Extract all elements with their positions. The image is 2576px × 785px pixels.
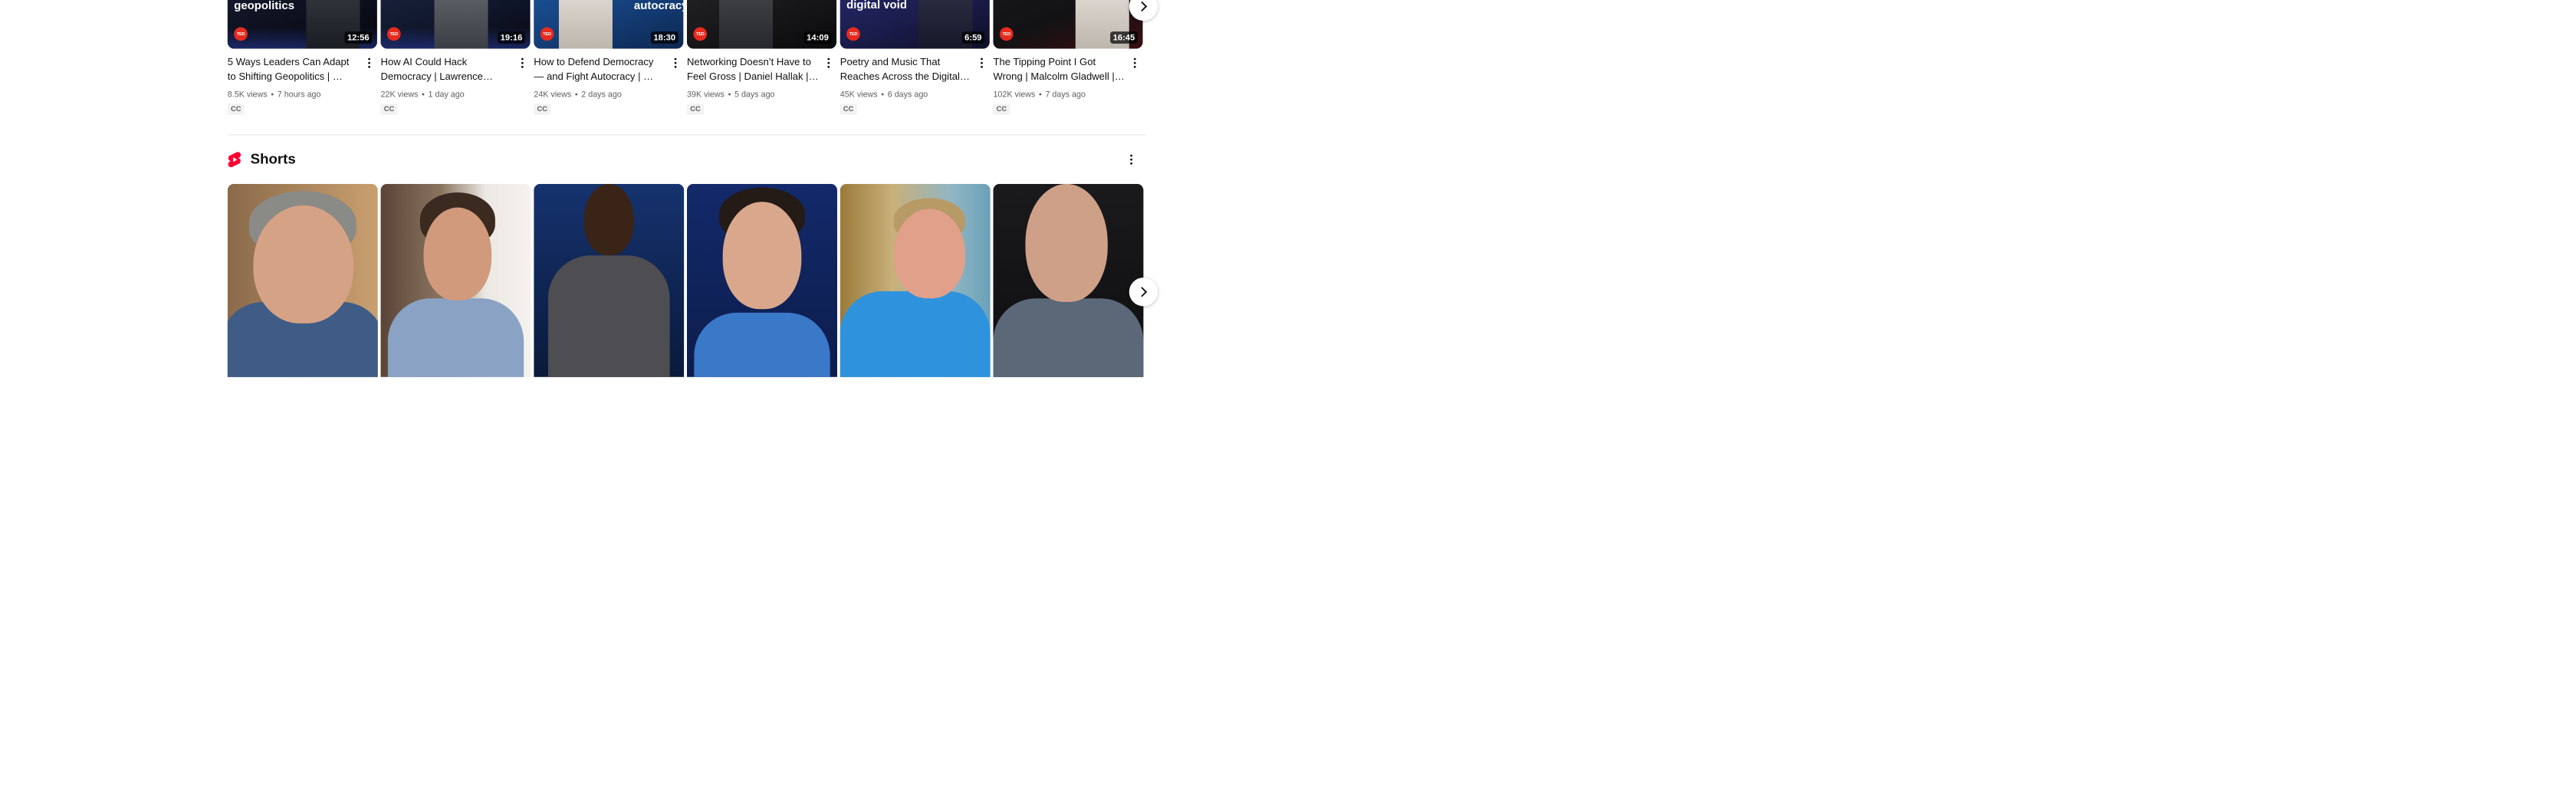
view-count: 102K views bbox=[993, 89, 1036, 99]
ted-logo-icon: TED bbox=[846, 27, 860, 41]
upload-age: 5 days ago bbox=[734, 89, 775, 99]
meta-separator: • bbox=[881, 89, 885, 99]
view-count: 45K views bbox=[840, 89, 878, 99]
upload-age: 6 days ago bbox=[887, 89, 928, 99]
cc-badge: CC bbox=[534, 103, 551, 115]
short-thumbnail-face bbox=[583, 183, 634, 256]
short-card[interactable] bbox=[840, 183, 991, 377]
duration-badge: 12:56 bbox=[344, 31, 373, 44]
video-shelf: geopolitics TED 12:56 5 Ways Leaders Can… bbox=[227, 0, 1145, 122]
more-vert-icon[interactable] bbox=[978, 56, 986, 71]
more-vert-icon[interactable] bbox=[824, 56, 833, 71]
video-thumbnail[interactable]: TED 16:45 bbox=[993, 0, 1143, 49]
short-thumbnail-face bbox=[253, 205, 354, 324]
shorts-next-button[interactable] bbox=[1129, 278, 1158, 307]
short-thumbnail-face bbox=[722, 202, 802, 310]
video-metadata: 8.5K views • 7 hours ago bbox=[228, 90, 321, 100]
ted-logo-icon: TED bbox=[999, 27, 1014, 41]
short-thumbnail-face bbox=[1025, 183, 1108, 302]
shorts-header: Shorts bbox=[228, 149, 1147, 169]
cc-badge: CC bbox=[687, 103, 704, 115]
short-thumbnail-body bbox=[694, 312, 830, 377]
short-thumbnail-body bbox=[547, 255, 670, 377]
thumbnail-caption: geopolitics bbox=[234, 0, 295, 12]
video-card[interactable]: TED 16:45 The Tipping Point I Got Wrong … bbox=[993, 0, 1143, 115]
short-thumbnail-body bbox=[387, 298, 524, 377]
short-card[interactable] bbox=[534, 183, 685, 377]
upload-age: 7 hours ago bbox=[277, 89, 321, 99]
meta-separator: • bbox=[728, 89, 731, 99]
video-card[interactable]: geopolitics TED 12:56 5 Ways Leaders Can… bbox=[227, 0, 377, 115]
short-thumbnail-body bbox=[993, 298, 1144, 377]
video-thumbnail[interactable]: across the digital void TED 6:59 bbox=[840, 0, 990, 49]
duration-badge: 19:16 bbox=[497, 31, 526, 44]
short-thumbnail-face bbox=[423, 207, 492, 301]
ted-logo-icon: TED bbox=[693, 27, 708, 41]
meta-separator: • bbox=[574, 89, 578, 99]
video-metadata: 45K views • 6 days ago bbox=[840, 90, 928, 100]
video-card[interactable]: across the digital void TED 6:59 Poetry … bbox=[840, 0, 990, 115]
thumbnail-speaker bbox=[434, 0, 488, 49]
ted-logo-icon: TED bbox=[234, 27, 248, 41]
short-card[interactable] bbox=[687, 183, 837, 377]
video-card[interactable]: autocracy TED 18:30 How to Defend Democr… bbox=[534, 0, 684, 115]
short-thumbnail-body bbox=[840, 291, 991, 377]
more-vert-icon[interactable] bbox=[1127, 152, 1135, 168]
view-count: 8.5K views bbox=[227, 89, 268, 99]
more-vert-icon[interactable] bbox=[518, 56, 527, 71]
video-thumbnail[interactable]: TED 14:09 bbox=[687, 0, 837, 49]
thumbnail-speaker bbox=[558, 0, 613, 49]
section-divider bbox=[227, 134, 1148, 136]
chevron-right-icon bbox=[1137, 287, 1148, 297]
video-metadata: 22K views • 1 day ago bbox=[381, 90, 465, 100]
duration-badge: 6:59 bbox=[961, 31, 985, 44]
more-vert-icon[interactable] bbox=[671, 56, 679, 71]
view-count: 22K views bbox=[380, 89, 419, 99]
thumbnail-speaker bbox=[719, 0, 773, 49]
view-count: 24K views bbox=[534, 89, 572, 99]
video-card[interactable]: TED 19:16 How AI Could Hack Democracy | … bbox=[380, 0, 531, 115]
cc-badge: CC bbox=[840, 103, 857, 115]
video-thumbnail[interactable]: geopolitics TED 12:56 bbox=[227, 0, 377, 49]
thumbnail-caption: across the digital void bbox=[846, 0, 907, 11]
video-title[interactable]: How AI Could Hack Democracy | Lawrence… bbox=[381, 54, 514, 84]
short-card[interactable] bbox=[227, 183, 378, 377]
shorts-shelf bbox=[227, 183, 1147, 377]
video-metadata: 102K views • 7 days ago bbox=[993, 90, 1086, 100]
view-count: 39K views bbox=[687, 89, 724, 99]
cc-badge: CC bbox=[227, 103, 245, 115]
video-title[interactable]: How to Defend Democracy — and Fight Auto… bbox=[534, 54, 666, 84]
video-metadata: 24K views • 2 days ago bbox=[534, 90, 622, 100]
upload-age: 2 days ago bbox=[581, 89, 622, 99]
video-thumbnail[interactable]: TED 19:16 bbox=[380, 0, 531, 49]
meta-separator: • bbox=[271, 89, 274, 99]
duration-badge: 18:30 bbox=[650, 31, 678, 44]
ted-logo-icon: TED bbox=[540, 27, 554, 41]
duration-badge: 14:09 bbox=[803, 31, 832, 44]
short-card[interactable] bbox=[993, 183, 1144, 377]
duration-badge: 16:45 bbox=[1109, 31, 1138, 44]
short-thumbnail-face bbox=[893, 209, 966, 299]
meta-separator: • bbox=[1039, 89, 1042, 99]
shorts-section-title: Shorts bbox=[250, 150, 296, 167]
video-title[interactable]: 5 Ways Leaders Can Adapt to Shifting Geo… bbox=[228, 54, 360, 84]
more-vert-icon[interactable] bbox=[365, 56, 373, 71]
ted-logo-icon: TED bbox=[386, 27, 401, 41]
upload-age: 1 day ago bbox=[428, 89, 465, 99]
shorts-icon bbox=[228, 152, 242, 168]
video-card[interactable]: TED 14:09 Networking Doesn’t Have to Fee… bbox=[687, 0, 837, 115]
video-title[interactable]: The Tipping Point I Got Wrong | Malcolm … bbox=[993, 54, 1125, 84]
chevron-right-icon bbox=[1137, 1, 1148, 11]
thumbnail-caption: autocracy bbox=[633, 0, 684, 12]
video-metadata: 39K views • 5 days ago bbox=[687, 90, 775, 100]
meta-separator: • bbox=[422, 89, 425, 99]
video-thumbnail[interactable]: autocracy TED 18:30 bbox=[534, 0, 684, 49]
video-title[interactable]: Networking Doesn’t Have to Feel Gross | … bbox=[687, 54, 820, 84]
cc-badge: CC bbox=[993, 103, 1010, 115]
more-vert-icon[interactable] bbox=[1131, 56, 1139, 71]
upload-age: 7 days ago bbox=[1045, 89, 1086, 99]
short-card[interactable] bbox=[380, 183, 531, 377]
video-title[interactable]: Poetry and Music That Reaches Across the… bbox=[840, 54, 973, 84]
cc-badge: CC bbox=[380, 103, 398, 115]
